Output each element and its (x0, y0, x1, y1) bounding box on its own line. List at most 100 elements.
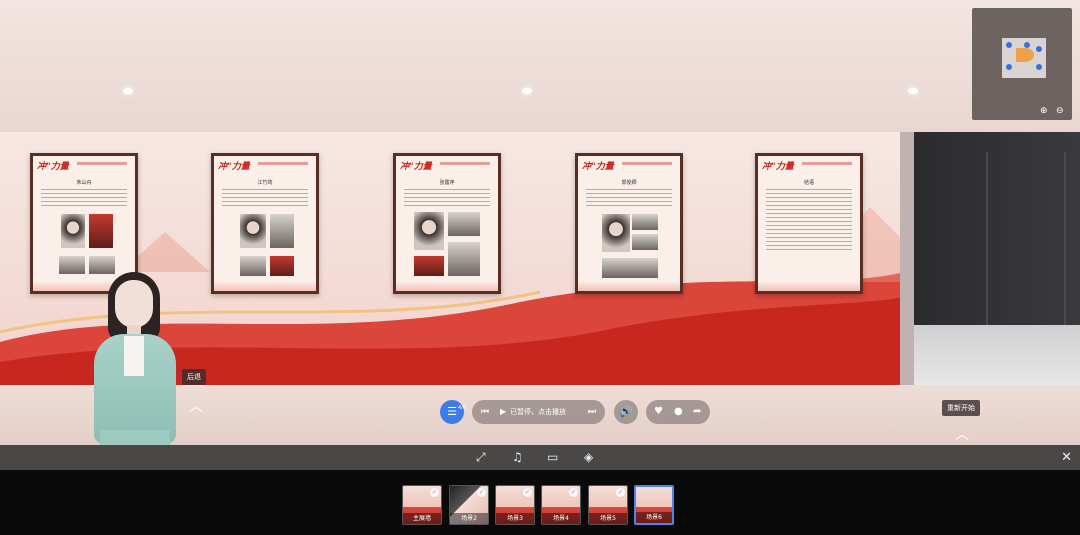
poster-photo (602, 258, 658, 278)
scene-thumbnail-label: 场景4 (542, 513, 580, 524)
poster-header: 冲"力量 (400, 162, 432, 172)
poster-2[interactable]: 冲"力量 江竹筠 (211, 153, 319, 294)
close-icon[interactable]: ✕ (1061, 445, 1072, 470)
poster-text-line (766, 189, 852, 190)
poster-subtitle-bar (440, 162, 490, 165)
check-icon: ✓ (569, 488, 578, 497)
poster-text-line (41, 189, 127, 190)
poster-title: 张露萍 (439, 180, 455, 186)
heart-icon[interactable]: ♥ (654, 400, 663, 424)
poster-photo (602, 214, 630, 252)
vr-glasses-icon[interactable]: ▭ (547, 445, 558, 470)
social-actions: ♥ ● ➦ (646, 400, 710, 424)
poster-text-line (404, 201, 490, 202)
minimap-floorplan (1002, 38, 1046, 78)
poster-text-line (404, 189, 490, 190)
minimap-spot[interactable] (1006, 64, 1012, 70)
poster-text-line (41, 201, 127, 202)
virtual-guide-avatar[interactable] (80, 270, 190, 445)
scene-thumbnail[interactable]: ✓ 场景4 (541, 485, 581, 525)
playlist-menu-button[interactable]: ☰ 4/6 (440, 400, 466, 424)
poster-photo (448, 212, 480, 236)
volume-icon: 🔊 (619, 405, 633, 418)
skip-back-icon[interactable]: ⏮ (481, 400, 489, 424)
scene-thumbnail-label: 场景5 (589, 513, 627, 524)
poster-text-line (586, 193, 672, 194)
ceiling-light (522, 88, 532, 94)
poster-text-line (222, 193, 308, 194)
poster-text-line (586, 201, 672, 202)
check-icon: ✓ (430, 488, 439, 497)
volume-button[interactable]: 🔊 (614, 400, 638, 424)
poster-text-line (586, 205, 672, 206)
side-room (914, 132, 1080, 385)
poster-photo (270, 214, 294, 248)
poster-text-line (766, 241, 852, 242)
player-status[interactable]: 已暂停，点击播放 (510, 400, 566, 424)
check-icon: ✓ (523, 488, 532, 497)
back-chevron-icon[interactable]: ︿ (186, 400, 206, 414)
play-icon[interactable]: ▶ (500, 400, 506, 424)
audio-player[interactable]: ⏮ ▶ 已暂停，点击播放 ⏭ (472, 400, 605, 424)
minimap-spot[interactable] (1036, 64, 1042, 70)
poster-text-line (404, 197, 490, 198)
poster-5[interactable]: 冲"力量 结语 (755, 153, 863, 294)
expand-icon[interactable]: ⤢ (476, 445, 486, 470)
avatar-shirt (124, 336, 144, 376)
poster-text-line (586, 197, 672, 198)
avatar-head (115, 280, 153, 328)
bottom-toolbar: ⤢ ♫ ▭ ◈ ✕ (0, 445, 1080, 470)
poster-text-line (41, 205, 127, 206)
poster-3[interactable]: 冲"力量 张露萍 (393, 153, 501, 294)
poster-header: 冲"力量 (762, 162, 794, 172)
poster-text-line (766, 245, 852, 246)
poster-text-line (222, 197, 308, 198)
scene-thumbnail-strip: ✓ 主展墙 ✓ 场景2 ✓ 场景3 ✓ 场景4 ✓ 场景5 场景6 (0, 470, 1080, 535)
poster-header: 冲"力量 (218, 162, 250, 172)
poster-photo (89, 214, 113, 248)
music-icon[interactable]: ♫ (512, 445, 523, 470)
poster-subtitle-bar (77, 162, 127, 165)
zoom-in-icon[interactable]: ⊕ (1040, 106, 1048, 116)
playlist-badge: 4/6 (457, 405, 466, 411)
skip-forward-icon[interactable]: ⏭ (588, 400, 596, 424)
ceiling-light (908, 88, 918, 94)
poster-photo (240, 256, 266, 276)
minimap-spot[interactable] (1036, 46, 1042, 52)
poster-text-line (766, 201, 852, 202)
minimap[interactable]: ⊕ ⊖ (972, 8, 1072, 120)
ceiling-light (123, 88, 133, 94)
check-icon: ✓ (477, 488, 486, 497)
scene-thumbnail[interactable]: ✓ 场景5 (588, 485, 628, 525)
poster-4[interactable]: 冲"力量 郭俊卿 (575, 153, 683, 294)
poster-text-line (766, 193, 852, 194)
poster-photo (240, 214, 266, 248)
poster-bottom-decoration (578, 281, 680, 291)
side-room-floor (914, 325, 1080, 385)
poster-title: 郭俊卿 (621, 180, 637, 186)
back-tag: 后退 (182, 369, 206, 385)
poster-text-line (766, 205, 852, 206)
poster-photo (270, 256, 294, 276)
restart-chevron-icon[interactable]: ︿ (952, 428, 972, 442)
poster-text-line (766, 213, 852, 214)
poster-bottom-decoration (396, 281, 498, 291)
zoom-out-icon[interactable]: ⊖ (1056, 106, 1064, 116)
check-icon: ✓ (616, 488, 625, 497)
poster-text-line (404, 193, 490, 194)
gyroscope-icon[interactable]: ◈ (584, 445, 593, 470)
avatar-skirt (100, 430, 170, 445)
minimap-spot[interactable] (1006, 42, 1012, 48)
poster-photo (632, 234, 658, 250)
scene-thumbnail[interactable]: ✓ 场景3 (495, 485, 535, 525)
poster-text-line (766, 197, 852, 198)
exhibition-scene[interactable]: 冲"力量 朱山舟 冲"力量 江竹筠 冲"力量 张露萍 冲"力量 郭俊卿 冲"力量… (0, 0, 1080, 445)
scene-thumbnail[interactable]: ✓ 场景2 (449, 485, 489, 525)
poster-text-line (766, 233, 852, 234)
scene-thumbnail[interactable]: ✓ 主展墙 (402, 485, 442, 525)
scene-thumbnail-label: 场景6 (636, 512, 672, 523)
comment-icon[interactable]: ● (674, 400, 683, 424)
share-icon[interactable]: ➦ (693, 400, 701, 424)
scene-thumbnail-active[interactable]: 场景6 (634, 485, 674, 525)
ceiling (0, 0, 1080, 132)
